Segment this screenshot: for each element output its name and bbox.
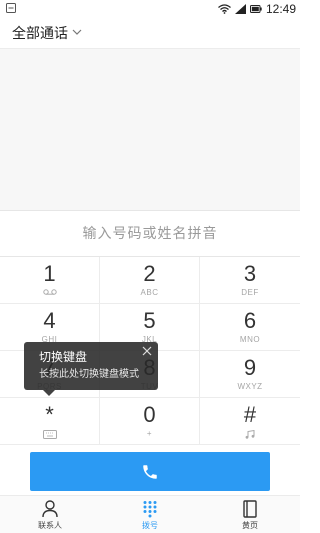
key-hash[interactable]: #	[200, 398, 300, 445]
dialpad-icon	[143, 501, 157, 518]
signal-icon	[234, 4, 246, 14]
phone-icon	[143, 464, 157, 479]
key-digit: 0	[143, 402, 156, 427]
key-1[interactable]: 1	[0, 257, 100, 304]
nav-dialpad[interactable]: 拨号	[100, 496, 200, 533]
person-icon	[42, 500, 58, 518]
music-note-icon	[245, 430, 255, 439]
number-input[interactable]: 输入号码或姓名拼音	[0, 210, 300, 257]
nav-label: 拨号	[142, 521, 158, 530]
key-digit: 4	[43, 308, 56, 333]
status-bar: 12:49	[0, 0, 300, 18]
chevron-down-icon[interactable]	[72, 27, 82, 37]
key-letters: MNO	[239, 335, 261, 344]
number-input-placeholder: 输入号码或姓名拼音	[82, 226, 218, 242]
bottom-nav: 联系人 拨号 黄页	[0, 495, 300, 533]
keyboard-icon	[42, 430, 57, 439]
status-time: 12:49	[265, 2, 296, 16]
key-letters: DEF	[241, 288, 259, 297]
key-2[interactable]: 2 ABC	[100, 257, 200, 304]
tooltip-arrow	[43, 390, 55, 396]
key-digit: #	[243, 402, 257, 427]
call-filter-dropdown[interactable]: 全部通话	[12, 23, 68, 43]
key-digit: 1	[43, 261, 56, 286]
call-log-list[interactable]	[0, 48, 300, 210]
yellow-pages-icon	[243, 500, 257, 518]
tooltip-title: 切换键盘	[39, 350, 88, 364]
key-digit: 9	[243, 355, 257, 380]
key-digit: 3	[243, 261, 257, 286]
nav-label: 联系人	[38, 521, 62, 530]
key-letters: +	[146, 429, 153, 438]
call-button[interactable]	[30, 452, 270, 491]
tooltip-subtitle: 长按此处切换键盘模式	[39, 369, 139, 380]
key-digit: 2	[143, 261, 156, 286]
nav-contacts[interactable]: 联系人	[0, 496, 100, 533]
header: 全部通话	[0, 18, 300, 48]
key-letters: WXYZ	[237, 382, 263, 391]
notification-icon	[6, 3, 16, 13]
key-star[interactable]: *	[0, 398, 100, 445]
key-6[interactable]: 6 MNO	[200, 304, 300, 351]
close-icon[interactable]	[142, 346, 152, 356]
switch-keyboard-tooltip: 切换键盘 长按此处切换键盘模式	[24, 342, 158, 396]
battery-icon	[249, 5, 262, 13]
key-3[interactable]: 3 DEF	[200, 257, 300, 304]
key-9[interactable]: 9 WXYZ	[200, 351, 300, 398]
nav-yellow-pages[interactable]: 黄页	[200, 496, 300, 533]
key-letters: ABC	[140, 288, 159, 297]
key-digit: 6	[243, 308, 257, 333]
voicemail-icon	[42, 289, 57, 295]
key-digit: 5	[143, 308, 156, 333]
nav-label: 黄页	[242, 521, 258, 530]
wifi-icon	[218, 4, 231, 14]
key-0[interactable]: 0 +	[100, 398, 200, 445]
key-digit: *	[45, 402, 54, 427]
